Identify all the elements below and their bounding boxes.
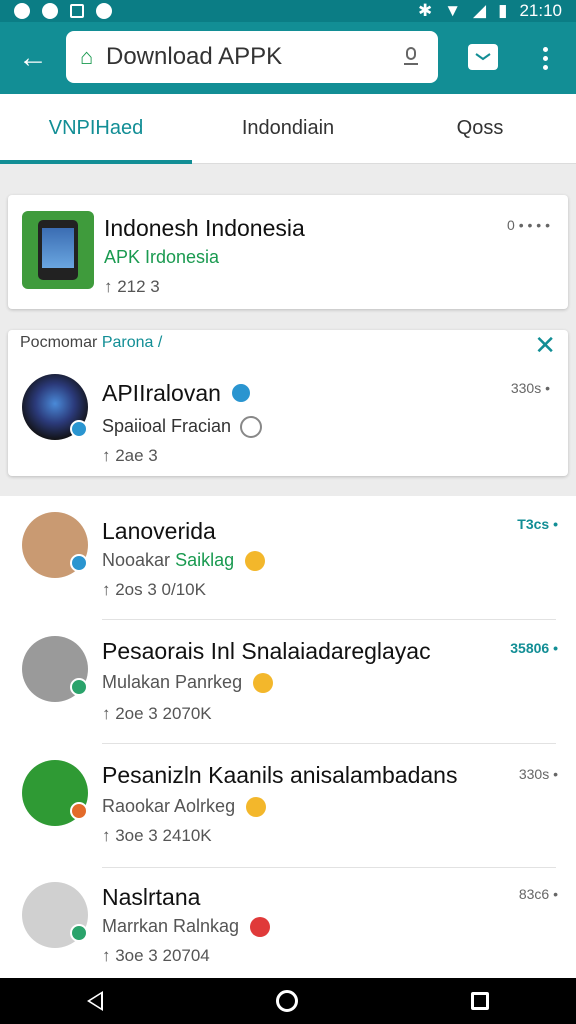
image-icon (70, 4, 84, 18)
back-arrow-icon[interactable]: ← (0, 22, 66, 94)
promo-title: APIIralovan (102, 380, 221, 406)
promo-time: 330s • (510, 380, 550, 396)
notification-icon (14, 3, 30, 19)
verified-badge-icon (70, 802, 88, 820)
list-item-meta: ↑ 2os 3 0/10K (102, 580, 206, 599)
list-item-sub: Marrkan Ralnkag (102, 916, 271, 938)
system-icons: ✱ ▼ ◢ ▮ 21:10 (418, 1, 562, 21)
verified-badge-icon (70, 678, 88, 696)
promoted-card[interactable]: Pocmomar Parona / ✕ APIIralovan Spaiioal… (8, 330, 568, 476)
verified-badge-icon (70, 924, 88, 942)
list-item-meta: ↑ 3oe 3 2410K (102, 826, 212, 845)
tab-indondiain[interactable]: Indondiain (192, 94, 384, 163)
list-item-name: Naslrtana (102, 884, 201, 910)
system-nav-bar (0, 978, 576, 1024)
tab-bar: VNPIHaed Indondiain Qoss (0, 94, 576, 164)
list-item-time: T3cs • (517, 516, 558, 532)
list-item-time: 330s • (518, 766, 558, 782)
promo-label-highlight: Parona (101, 334, 154, 351)
list-item-sub: Raookar Aolrkeg (102, 796, 267, 818)
verified-badge-icon (70, 420, 88, 438)
promo-label-suffix: / (157, 334, 163, 351)
search-input[interactable]: Download APPK (106, 43, 398, 71)
verified-icon (230, 382, 252, 404)
emoji-icon (246, 797, 267, 818)
home-icon: ⌂ (80, 44, 94, 69)
search-box[interactable]: ⌂ Download APPK (66, 31, 438, 83)
list-item[interactable]: Naslrtana Marrkan Ralnkag ↑ 3oe 3 20704 … (0, 868, 576, 978)
list-item-time: 83c6 • (518, 886, 558, 902)
promo-subtitle: Spaiioal Fracian (102, 416, 232, 436)
nav-home-icon[interactable] (275, 990, 298, 1012)
chat-list: Lanoverida Nooakar Saiklag ↑ 2os 3 0/10K… (0, 496, 576, 978)
featured-subtitle: APK Irdonesia (104, 247, 220, 267)
nav-back-icon[interactable] (86, 991, 103, 1011)
list-item-sub: Mulakan Panrkeg (102, 672, 274, 694)
bluetooth-icon: ✱ (417, 1, 433, 20)
emoji-icon (253, 673, 274, 694)
mic-icon[interactable] (398, 46, 424, 68)
featured-title: Indonesh Indonesia (104, 215, 305, 241)
promo-meta: ↑ 2ae 3 (102, 446, 158, 465)
nav-recents-icon[interactable] (471, 992, 490, 1010)
phone-icon (38, 220, 78, 280)
battery-icon: ▮ (498, 1, 508, 20)
tab-qoss[interactable]: Qoss (384, 94, 576, 163)
list-item[interactable]: Lanoverida Nooakar Saiklag ↑ 2os 3 0/10K… (0, 496, 576, 620)
app-bar: ← ⌂ Download APPK (0, 22, 576, 94)
emoji-icon (245, 551, 266, 572)
list-item-time: 35806 • (510, 640, 558, 656)
check-icon (42, 3, 58, 19)
featured-time: 0 • • • • (507, 217, 550, 233)
promo-label: Pocmomar Parona / (20, 334, 162, 352)
more-options-icon[interactable] (530, 38, 560, 78)
status-bar: ✱ ▼ ◢ ▮ 21:10 (0, 0, 576, 22)
app-thumbnail (22, 211, 94, 289)
featured-app-card[interactable]: Indonesh Indonesia APK Irdonesia ↑ 212 3… (8, 195, 568, 309)
list-item-name: Pesanizln Kaanils anisalambadans (102, 762, 458, 788)
list-item-name: Pesaorais Inl Snalaiadareglayac (102, 638, 431, 664)
close-icon[interactable]: ✕ (534, 330, 556, 361)
tab-vnpihaed[interactable]: VNPIHaed (0, 94, 192, 164)
list-item-meta: ↑ 3oe 3 20704 (102, 946, 210, 965)
signal-icon: ◢ (473, 1, 487, 20)
list-item[interactable]: Pesaorais Inl Snalaiadareglayac Mulakan … (0, 620, 576, 744)
status-time: 21:10 (519, 1, 562, 20)
clock-icon (96, 3, 112, 19)
clock-icon (240, 416, 262, 438)
notification-icons (14, 3, 112, 19)
verified-badge-icon (70, 554, 88, 572)
emoji-icon (250, 917, 271, 938)
list-item-name: Lanoverida (102, 518, 216, 544)
list-item[interactable]: Pesanizln Kaanils anisalambadans Raookar… (0, 744, 576, 868)
featured-meta: ↑ 212 3 (104, 277, 160, 296)
inbox-icon[interactable] (468, 44, 498, 70)
list-item-meta: ↑ 2oe 3 2070K (102, 704, 212, 723)
wifi-icon: ▼ (444, 1, 462, 20)
promo-label-prefix: Pocmomar (20, 334, 98, 351)
list-item-sub: Nooakar Saiklag (102, 550, 266, 572)
